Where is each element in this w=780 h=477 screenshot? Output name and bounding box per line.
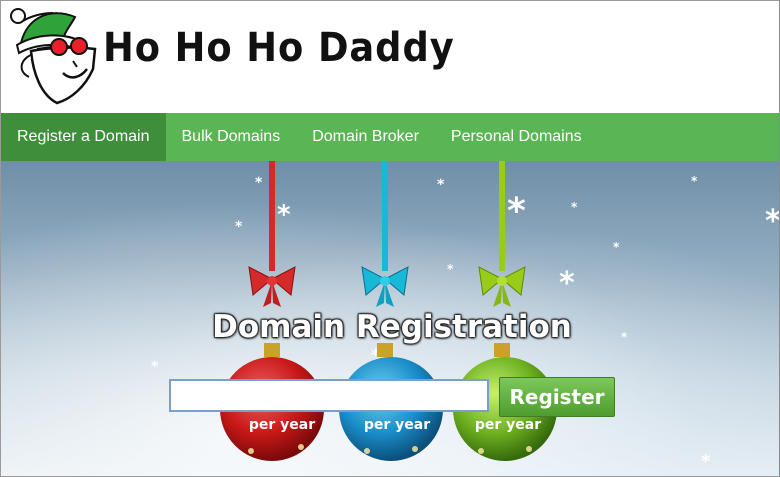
main-nav: Register a Domain Bulk Domains Domain Br… xyxy=(1,113,779,161)
browser-viewport: Ho Ho Ho Daddy Register a Domain Bulk Do… xyxy=(0,0,780,477)
register-button[interactable]: Register xyxy=(499,377,615,417)
svg-text:*: * xyxy=(701,451,711,472)
svg-text:*: * xyxy=(613,240,620,254)
hero-banner: * * * * * * * * * * * * * * * * xyxy=(1,161,779,476)
site-header: Ho Ho Ho Daddy xyxy=(1,1,779,113)
svg-text:*: * xyxy=(691,174,698,188)
elf-mascot-icon[interactable] xyxy=(7,3,107,107)
svg-text:*: * xyxy=(235,219,243,235)
hero-title: Domain Registration xyxy=(212,309,572,345)
nav-item-domain-broker[interactable]: Domain Broker xyxy=(296,113,435,161)
svg-text:*: * xyxy=(559,266,575,301)
nav-item-register-a-domain[interactable]: Register a Domain xyxy=(1,113,166,161)
red-ornament-price-label: per year xyxy=(248,417,316,433)
svg-text:*: * xyxy=(255,175,263,191)
svg-text:*: * xyxy=(571,200,578,214)
svg-text:*: * xyxy=(437,177,445,193)
domain-search-input[interactable] xyxy=(169,379,489,412)
blue-ornament-price-label: per year xyxy=(363,417,431,433)
svg-text:*: * xyxy=(277,200,291,230)
svg-text:*: * xyxy=(507,191,526,232)
svg-text:*: * xyxy=(151,359,159,375)
svg-text:*: * xyxy=(765,204,779,239)
green-ornament-price-label: per year xyxy=(474,417,542,433)
svg-text:*: * xyxy=(447,262,454,276)
brand-name[interactable]: Ho Ho Ho Daddy xyxy=(103,25,455,71)
nav-item-bulk-domains[interactable]: Bulk Domains xyxy=(166,113,297,161)
nav-item-personal-domains[interactable]: Personal Domains xyxy=(435,113,598,161)
